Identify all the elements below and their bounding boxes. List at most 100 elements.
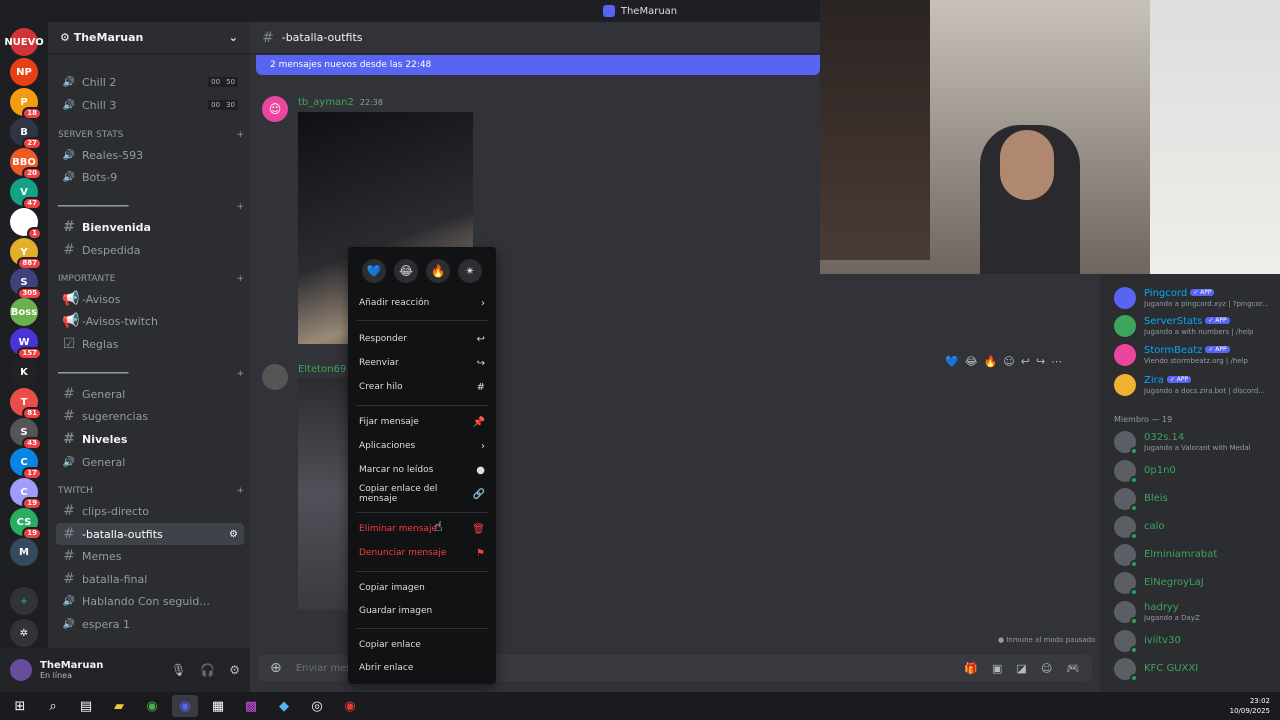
server-icon[interactable]: W 157 [10,328,42,360]
member-item[interactable]: Elminiamrabat [1114,542,1280,568]
windows-start-icon[interactable]: ⊞ [7,695,33,717]
channel-item[interactable]: # batalla-final [56,568,244,590]
gif-icon[interactable]: ▣ [992,662,1002,675]
channel-item[interactable]: # Despedida [56,239,244,261]
emoji-icon[interactable]: ☺ [1041,662,1052,675]
channel-item[interactable]: # -batalla-outfits ⚙ [56,523,244,545]
quick-reaction-button[interactable]: 💙 [362,259,386,283]
reaction-laugh-icon[interactable]: 😂 [965,355,978,368]
server-icon[interactable]: C 17 [10,448,42,480]
discover-icon[interactable]: ✲ [10,619,38,647]
server-icon[interactable]: P 18 [10,88,42,120]
task-view-icon[interactable]: ▤ [73,695,99,717]
member-item[interactable]: Bleis [1114,486,1280,512]
server-icon[interactable]: S 43 [10,418,42,450]
chrome-icon[interactable]: ◉ [139,695,165,717]
menu-item[interactable]: Copiar imagen [356,578,488,598]
channel-item[interactable]: # General [56,383,244,405]
server-icon[interactable]: S 305 [10,268,42,300]
quick-reaction-button[interactable]: 🔥 [426,259,450,283]
channel-item[interactable]: 🔊 espera 1 [56,613,244,635]
channel-item[interactable]: 🔊 Chill 3 00 30 [56,94,244,116]
menu-item[interactable]: Añadir reacción › [356,293,488,313]
menu-item[interactable]: Denunciar mensaje ⚑ [356,543,488,563]
avatar[interactable] [10,659,32,681]
new-messages-bar[interactable]: 2 mensajes nuevos desde las 22:48 [256,55,820,75]
capcut-icon[interactable]: ▦ [205,695,231,717]
quick-reaction-button[interactable]: ✴ [458,259,482,283]
menu-item[interactable]: Marcar no leídos ● [356,460,488,480]
server-header[interactable]: ⚙ TheMaruan ⌄ [48,22,250,54]
member-item[interactable]: 0p1n0 [1114,458,1280,484]
channel-category[interactable]: ━━━━━━━━━━━━━ + [58,367,244,381]
member-item[interactable]: Zira ✓ APP Jugando a docs.zira.bot | disco… [1114,372,1280,398]
server-icon[interactable]: BBO 20 [10,148,42,180]
menu-item[interactable]: Responder ↩ [356,329,488,349]
add-channel-icon[interactable]: + [236,130,244,140]
channel-category[interactable]: SERVER STATS + [58,128,244,142]
forward-icon[interactable]: ↪ [1036,355,1045,368]
server-icon[interactable]: CS 19 [10,508,42,540]
channel-item[interactable]: 📢 -Avisos [56,288,244,310]
search-icon[interactable]: ⌕ [40,695,66,717]
server-icon[interactable]: T 81 [10,388,42,420]
headphones-icon[interactable]: 🎧 [200,663,215,677]
attachment-image[interactable] [298,378,348,610]
channel-item[interactable]: # Bienvenida [56,216,244,238]
member-item[interactable]: ServerStats ✓ APP Jugando a with numbers |… [1114,313,1280,339]
member-item[interactable]: hadryy Jugando a DayZ [1114,599,1280,625]
menu-item[interactable]: Guardar imagen [356,601,488,621]
channel-category[interactable]: IMPORTANTE + [58,272,244,286]
sticker-icon[interactable]: ◪ [1016,662,1026,675]
channel-item[interactable]: 🔊 Bots-9 [56,166,244,188]
channel-category[interactable]: TWITCH + [58,484,244,498]
menu-item[interactable]: Crear hilo # [356,377,488,397]
member-item[interactable]: calo [1114,514,1280,540]
menu-item[interactable]: Eliminar mensaje 🗑 [356,519,488,539]
member-item[interactable]: StormBeatz ✓ APP Viendo stormbeatz.org | /… [1114,342,1280,368]
channel-item[interactable]: 🔊 Hablando Con seguid... [56,590,244,612]
channel-category[interactable]: ━━━━━━━━━━━━━ + [58,200,244,214]
channel-item[interactable]: ☑ Reglas [56,333,244,355]
menu-item[interactable]: Copiar enlace del mensaje 🔗 [356,484,488,504]
app-icon[interactable]: ◆ [271,695,297,717]
add-channel-icon[interactable]: + [236,202,244,212]
member-item[interactable]: 032s.14 Jugando a Valorant with Medal [1114,429,1280,455]
server-icon[interactable]: B 27 [10,118,42,150]
activity-icon[interactable]: 🎮 [1066,662,1080,675]
server-icon[interactable]: P1 [10,208,42,240]
reaction-heart-icon[interactable]: 💙 [945,355,959,368]
gift-icon[interactable]: 🎁 [964,662,978,675]
add-server-icon[interactable]: + [10,587,38,615]
reaction-fire-icon[interactable]: 🔥 [984,355,998,368]
menu-item[interactable]: Fijar mensaje 📌 [356,412,488,432]
message-author[interactable]: tb_ayman2 [298,97,354,108]
quick-reaction-button[interactable]: 😂 [394,259,418,283]
reply-icon[interactable]: ↩ [1021,355,1030,368]
message-avatar[interactable] [262,364,288,390]
channel-settings-icon[interactable]: ⚙ [229,529,238,540]
add-reaction-icon[interactable]: ☺ [1003,355,1014,368]
add-attachment-icon[interactable]: ⊕ [270,660,282,676]
channel-item[interactable]: # sugerencias [56,405,244,427]
server-icon[interactable]: NP [10,58,38,86]
channel-item[interactable]: # Niveles [56,428,244,450]
microphone-icon[interactable]: 🎙 [171,663,186,677]
channel-item[interactable]: # Memes [56,545,244,567]
server-icon[interactable]: Boss [10,298,38,326]
menu-item[interactable]: Abrir enlace [356,658,488,678]
discord-icon[interactable]: ◉ [172,695,198,717]
server-icon[interactable]: Y 887 [10,238,42,270]
menu-item[interactable]: Reenviar ↪ [356,353,488,373]
add-channel-icon[interactable]: + [236,274,244,284]
app-icon[interactable]: ▩ [238,695,264,717]
channel-item[interactable]: 🔊 General [56,451,244,473]
member-item[interactable]: Pingcord ✓ APP Jugando a pingcord.xyz | ?p… [1114,285,1280,311]
message-avatar[interactable]: ☺ [262,96,288,122]
channel-item[interactable]: # clips-directo [56,500,244,522]
server-icon[interactable]: K [10,358,38,386]
server-icon[interactable]: C 19 [10,478,42,510]
channel-item[interactable]: 📢 -Avisos-twitch [56,310,244,332]
message-author[interactable]: Elteton69 [298,364,346,375]
server-icon[interactable]: M [10,538,38,566]
